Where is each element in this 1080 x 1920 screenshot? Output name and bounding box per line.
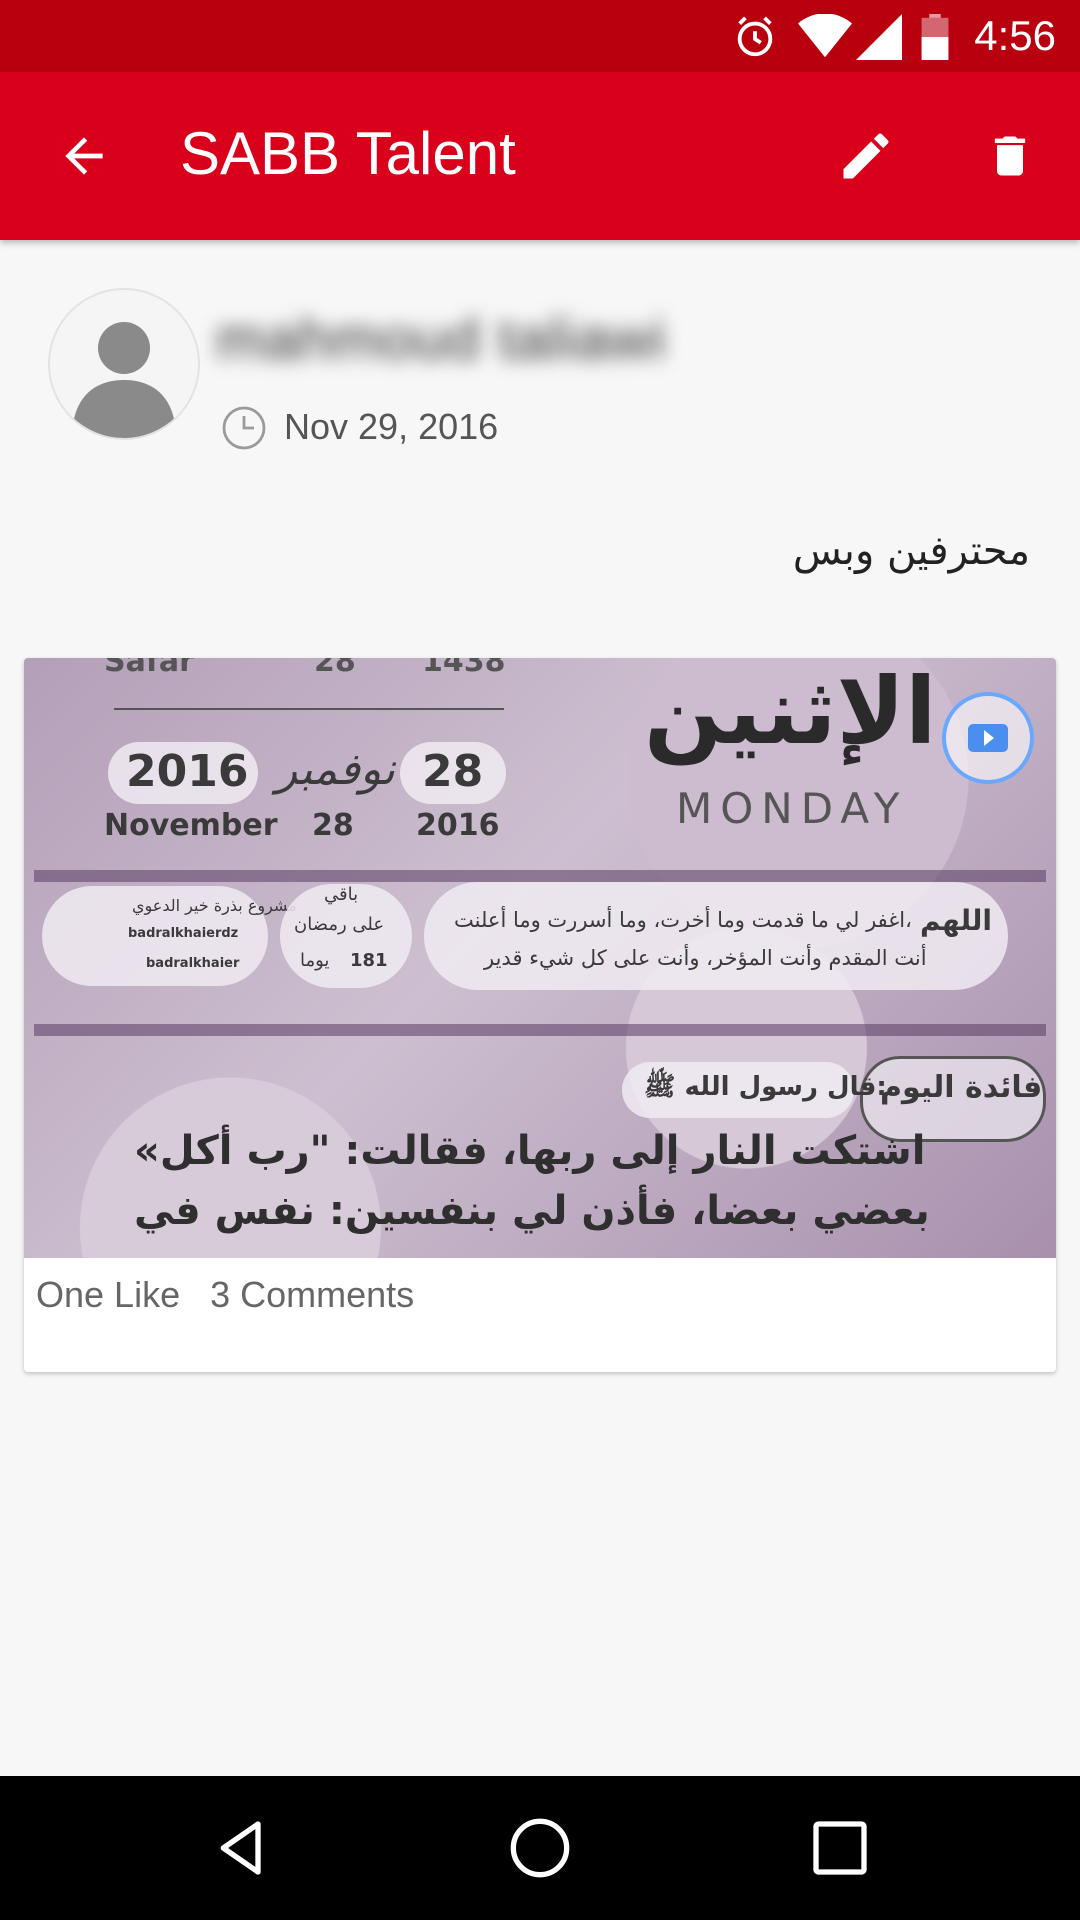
edit-pencil-icon[interactable] <box>836 124 896 188</box>
alarm-icon <box>737 16 773 57</box>
likes-count[interactable]: One Like <box>36 1274 180 1315</box>
author-name[interactable]: mahmoud taliawi <box>216 306 666 373</box>
image-prophet: قال رسول الله ﷺ: <box>644 1072 887 1102</box>
app-bar: SABB Talent <box>0 72 1080 240</box>
image-month-ar: نوفمبر <box>276 744 396 795</box>
image-day: 28 <box>422 746 484 797</box>
image-hadith-1: «اشتكت النار إلى ربها، فقالت: "رب أكل <box>134 1128 926 1174</box>
home-circle-icon[interactable] <box>508 1816 572 1880</box>
clock-icon <box>222 406 266 450</box>
delete-trash-icon[interactable] <box>984 124 1036 188</box>
image-ramadan-unit: يوما <box>300 950 330 971</box>
image-dua-title: اللهم <box>920 904 992 937</box>
back-triangle-icon[interactable] <box>210 1816 274 1880</box>
clock-time: 4:56 <box>974 12 1056 59</box>
post-date: Nov 29, 2016 <box>284 406 499 447</box>
play-icon <box>968 724 1008 752</box>
image-month-en: November <box>104 808 278 843</box>
image-year: 2016 <box>126 746 249 797</box>
image-project: مشروع بذرة خير الدعوي <box>132 896 297 915</box>
image-ramadan-days: 181 <box>350 950 388 971</box>
post-image[interactable]: Safar 28 1438 2016 نوفمبر 28 November 28… <box>24 658 1056 1258</box>
comments-count[interactable]: 3 Comments <box>210 1274 414 1315</box>
navigation-bar <box>0 1776 1080 1920</box>
wifi-icon <box>798 14 852 58</box>
image-hadith-2: بعضي بعضا، فأذن لي بنفسين: نفس في <box>134 1188 930 1234</box>
image-handle-1: badralkhaierdz <box>128 926 239 941</box>
play-video-button[interactable] <box>942 692 1034 784</box>
signal-icon <box>856 14 902 60</box>
page-title: SABB Talent <box>180 120 516 187</box>
image-weekday-en: MONDAY <box>676 784 908 833</box>
banner-bar-bottom <box>34 1024 1046 1036</box>
image-top-mid: 28 <box>314 658 356 679</box>
image-dua-line2: أنت المقدم وأنت المؤخر، وأنت على كل شيء … <box>484 946 927 970</box>
image-weekday-ar: الإثنين <box>644 658 937 765</box>
battery-icon <box>921 14 949 60</box>
status-bar: 4:56 <box>0 0 1080 72</box>
image-top-left: Safar <box>104 658 194 679</box>
image-year-2: 2016 <box>416 808 500 843</box>
banner-bar-top <box>34 870 1046 882</box>
image-day-en: 28 <box>312 808 354 843</box>
back-arrow-icon[interactable] <box>56 128 112 184</box>
image-dua-line1: اغفر لي ما قدمت وما أخرت، وما أسررت وما … <box>454 908 912 932</box>
image-handle-2: badralkhaier <box>146 956 240 971</box>
avatar[interactable] <box>48 288 200 440</box>
ornament-line <box>114 708 504 710</box>
image-ramadan-mid: على رمضان <box>294 914 385 935</box>
post-text: محترفين وبس <box>792 528 1030 574</box>
image-top-right: 1438 <box>422 658 506 679</box>
image-benefit: فائدة اليوم <box>880 1070 1043 1105</box>
default-avatar-icon <box>72 322 176 438</box>
post-card[interactable]: Safar 28 1438 2016 نوفمبر 28 November 28… <box>24 658 1056 1372</box>
image-ramadan-top: باقي <box>324 884 359 905</box>
recents-square-icon[interactable] <box>808 1816 872 1880</box>
post-stats: One Like 3 Comments <box>36 1274 434 1316</box>
